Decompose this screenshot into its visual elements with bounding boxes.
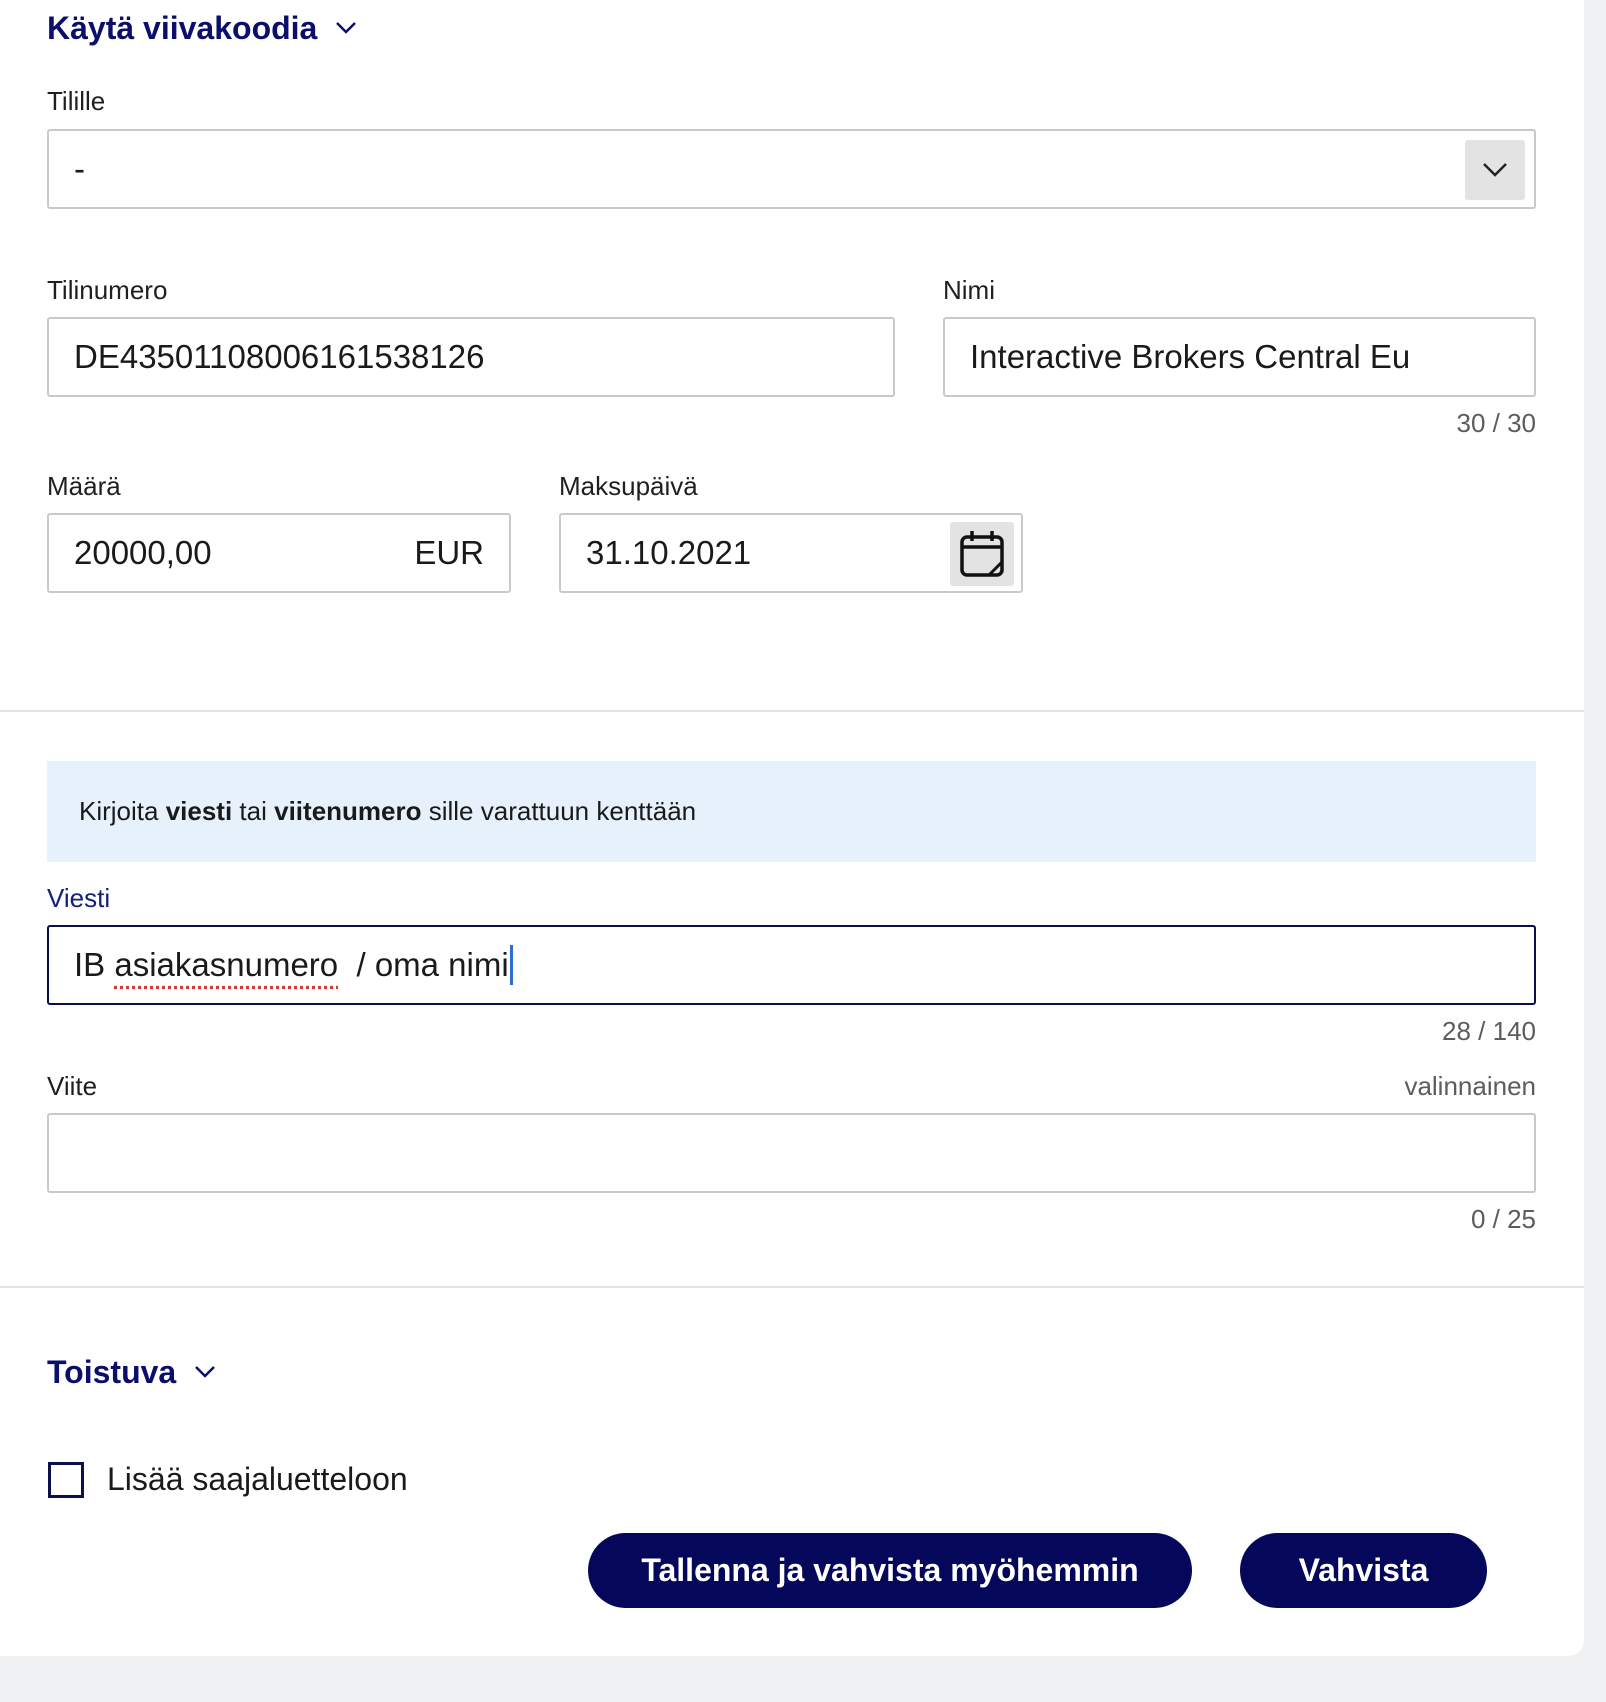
- message-text: IB: [74, 946, 115, 983]
- confirm-button[interactable]: Vahvista: [1240, 1533, 1487, 1608]
- name-char-counter: 30 / 30: [1456, 408, 1536, 438]
- barcode-toggle[interactable]: Käytä viivakoodia: [47, 6, 357, 50]
- barcode-toggle-label: Käytä viivakoodia: [47, 9, 318, 46]
- message-char-counter: 28 / 140: [1442, 1016, 1536, 1046]
- to-account-value: -: [74, 150, 85, 187]
- recurring-toggle[interactable]: Toistuva: [47, 1350, 216, 1394]
- info-text: Kirjoita: [79, 796, 166, 826]
- info-banner: Kirjoita viesti tai viitenumero sille va…: [47, 761, 1536, 862]
- to-account-select[interactable]: -: [47, 129, 1536, 209]
- info-text: tai: [232, 796, 275, 826]
- payment-date-value: 31.10.2021: [586, 534, 752, 571]
- currency-code: EUR: [414, 534, 484, 571]
- reference-label: Viite: [47, 1071, 98, 1101]
- reference-input[interactable]: [47, 1113, 1536, 1193]
- chevron-down-icon: [195, 1366, 216, 1378]
- name-input[interactable]: Interactive Brokers Central Eu: [943, 317, 1536, 397]
- to-account-label: Tilille: [47, 86, 106, 116]
- amount-label: Määrä: [47, 471, 121, 501]
- save-later-button[interactable]: Tallenna ja vahvista myöhemmin: [588, 1533, 1192, 1608]
- info-text-bold: viesti: [165, 796, 233, 826]
- chevron-down-icon: [336, 22, 357, 34]
- reference-optional-hint: valinnainen: [1404, 1071, 1536, 1101]
- amount-value: 20000,00: [74, 534, 212, 571]
- payment-date-input[interactable]: 31.10.2021: [559, 513, 1023, 593]
- spellcheck-word: asiakasnumero: [114, 946, 339, 983]
- add-payee-checkbox[interactable]: [48, 1462, 84, 1498]
- account-number-value: DE43501108006161538126: [74, 338, 485, 375]
- account-number-label: Tilinumero: [47, 275, 168, 305]
- add-payee-label[interactable]: Lisää saajaluetteloon: [107, 1461, 408, 1498]
- chevron-down-icon: [1483, 163, 1507, 177]
- message-label: Viesti: [47, 883, 111, 913]
- text-cursor: [509, 945, 513, 985]
- recurring-toggle-label: Toistuva: [47, 1353, 177, 1390]
- select-dropdown-button[interactable]: [1465, 140, 1525, 200]
- message-value: IB asiakasnumero / oma nimi: [74, 946, 509, 984]
- name-value: Interactive Brokers Central Eu: [970, 338, 1411, 375]
- calendar-button[interactable]: [950, 522, 1014, 586]
- amount-input[interactable]: 20000,00 EUR: [47, 513, 511, 593]
- message-text: / oma nimi: [338, 946, 509, 983]
- info-text: sille varattuun kenttään: [421, 796, 697, 826]
- section-divider: [0, 710, 1584, 712]
- payment-form-card: Käytä viivakoodia Tilille - Tilinumero D…: [0, 0, 1584, 1656]
- account-number-input[interactable]: DE43501108006161538126: [47, 317, 895, 397]
- name-label: Nimi: [943, 275, 995, 305]
- calendar-icon: [960, 531, 1004, 577]
- reference-char-counter: 0 / 25: [1470, 1204, 1536, 1234]
- info-text-bold: viitenumero: [274, 796, 422, 826]
- payment-date-label: Maksupäivä: [559, 471, 698, 501]
- message-input[interactable]: IB asiakasnumero / oma nimi: [47, 925, 1536, 1005]
- section-divider: [0, 1286, 1584, 1288]
